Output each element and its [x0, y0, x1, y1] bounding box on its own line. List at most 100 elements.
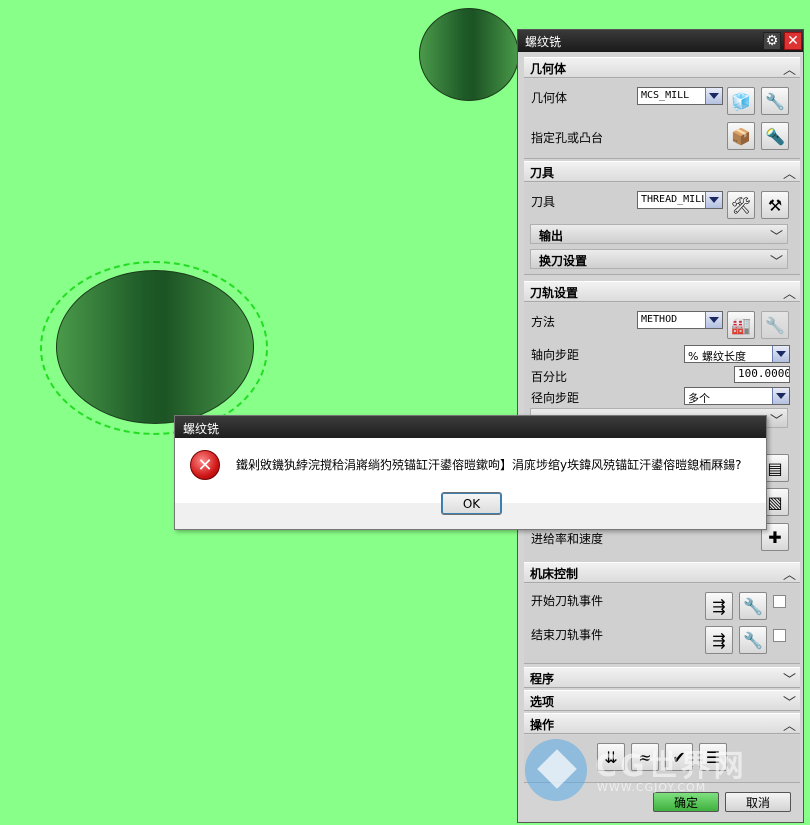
- chevron-down-icon[interactable]: [772, 388, 789, 404]
- event-icon: ⇶: [712, 596, 726, 616]
- event-icon: ⇶: [712, 630, 726, 650]
- section-title-options: 选项: [530, 695, 555, 709]
- section-title-geometry: 几何体: [530, 62, 567, 76]
- generate-button[interactable]: ⇊: [597, 743, 625, 771]
- background-model-shape-selected[interactable]: [56, 270, 254, 424]
- dialog-message: 鐵剁敓鐖犱綍浣撹秴涓嶈绱犳殑锚缸汗鍙傛暟鏉呴】涓庣埗绾у垁鍏风殑锚缸汗鍙傛暟鎴栭…: [236, 458, 742, 472]
- dialog-titlebar[interactable]: 螺纹铣: [175, 416, 766, 438]
- start-event-checkbox[interactable]: [773, 595, 786, 608]
- chevron-down-icon[interactable]: [705, 192, 722, 208]
- tool-label: 刀具: [531, 195, 556, 209]
- new-tool-button[interactable]: 🛠: [727, 191, 755, 219]
- list-icon: ☰: [705, 747, 721, 767]
- new-geometry-button[interactable]: 🧊: [727, 87, 755, 115]
- tool-select[interactable]: THREAD_MILL: [637, 191, 723, 209]
- dialog-ok-button[interactable]: OK: [441, 492, 502, 515]
- verify-icon: ✔: [672, 747, 686, 767]
- verify-button[interactable]: ✔: [665, 743, 693, 771]
- chevron-down-icon[interactable]: [772, 346, 789, 362]
- wrench-icon: 🔧: [765, 91, 785, 111]
- end-event-checkbox[interactable]: [773, 629, 786, 642]
- edit-geometry-button[interactable]: 🔧: [761, 87, 789, 115]
- flashlight-icon: 🔦: [765, 126, 785, 146]
- method-select-value: METHOD: [641, 314, 678, 325]
- confirm-button[interactable]: 确定: [653, 792, 719, 812]
- chevron-up-icon: ︿: [782, 719, 796, 734]
- section-title-tool: 刀具: [530, 166, 555, 180]
- panel-titlebar[interactable]: 螺纹铣 ⚙ ✕: [518, 30, 803, 52]
- edit-method-button[interactable]: 🔧: [761, 311, 789, 339]
- geometry-select-value: MCS_MILL: [641, 90, 690, 101]
- replay-icon: ≈: [638, 747, 652, 767]
- start-event-label: 开始刀轨事件: [531, 594, 604, 608]
- error-dialog: 螺纹铣 ✕ 鐵剁敓鐖犱綍浣撹秴涓嶈绱犳殑锚缸汗鍙傛暟鏉呴】涓庣埗绾у垁鍏风殑锚缸…: [174, 415, 767, 530]
- radial-step-label: 径向步距: [531, 391, 580, 405]
- wrench-icon: 🔧: [765, 315, 785, 335]
- subsection-output[interactable]: 输出 ﹀: [530, 224, 788, 245]
- start-event-button[interactable]: ⇶: [705, 592, 733, 620]
- section-title-machine-control: 机床控制: [530, 567, 579, 581]
- geometry-label: 几何体: [531, 91, 568, 105]
- section-header-path-settings[interactable]: 刀轨设置 ︿: [524, 281, 800, 302]
- chevron-up-icon: ︿: [782, 167, 796, 182]
- chevron-up-icon: ︿: [782, 568, 796, 583]
- dialog-title: 螺纹铣: [183, 422, 220, 436]
- error-icon: ✕: [190, 450, 220, 480]
- generate-icon: ⇊: [604, 747, 618, 767]
- non-cutting-icon: ▧: [767, 492, 783, 512]
- section-header-actions[interactable]: 操作 ︿: [524, 713, 800, 734]
- section-header-geometry[interactable]: 几何体 ︿: [524, 57, 800, 78]
- chevron-up-icon: ︿: [782, 63, 796, 78]
- geometry-select[interactable]: MCS_MILL: [637, 87, 723, 105]
- section-body-actions: [524, 735, 800, 783]
- background-model-shape: [419, 8, 519, 101]
- subsection-title-tool-change: 换刀设置: [539, 254, 588, 268]
- section-header-tool[interactable]: 刀具 ︿: [524, 161, 800, 182]
- feeds-speeds-icon: ✚: [768, 527, 782, 547]
- display-hole-button[interactable]: 🔦: [761, 122, 789, 150]
- section-title-actions: 操作: [530, 718, 555, 732]
- subsection-tool-change[interactable]: 换刀设置 ﹀: [530, 249, 788, 270]
- edit-start-event-button[interactable]: 🔧: [739, 592, 767, 620]
- percent-input[interactable]: 100.0000: [734, 366, 790, 383]
- chevron-up-icon: ︿: [782, 287, 796, 302]
- subsection-title-output: 输出: [539, 229, 564, 243]
- edit-end-event-button[interactable]: 🔧: [739, 626, 767, 654]
- axial-step-select-value: % 螺纹长度: [688, 350, 746, 363]
- list-button[interactable]: ☰: [699, 743, 727, 771]
- radial-step-select-value: 多个: [688, 392, 710, 405]
- axial-step-select[interactable]: % 螺纹长度: [684, 345, 790, 363]
- radial-step-select[interactable]: 多个: [684, 387, 790, 405]
- close-icon[interactable]: ✕: [784, 32, 802, 50]
- percent-label: 百分比: [531, 370, 568, 384]
- tool-select-value: THREAD_MILL: [641, 194, 704, 205]
- method-label: 方法: [531, 315, 556, 329]
- hole-select-icon: 📦: [731, 126, 751, 146]
- end-event-label: 结束刀轨事件: [531, 628, 604, 642]
- panel-title: 螺纹铣: [525, 35, 562, 49]
- method-select[interactable]: METHOD: [637, 311, 723, 329]
- section-header-program[interactable]: 程序 ﹀: [524, 667, 800, 688]
- section-header-machine-control[interactable]: 机床控制 ︿: [524, 562, 800, 583]
- cut-params-icon: ▤: [767, 458, 783, 478]
- wrench-icon: 🔧: [743, 630, 763, 650]
- section-title-program: 程序: [530, 672, 555, 686]
- tool-edit-icon: ⚒: [767, 195, 783, 215]
- chevron-down-icon: ﹀: [782, 673, 796, 688]
- cancel-button[interactable]: 取消: [725, 792, 791, 812]
- gear-icon[interactable]: ⚙: [763, 32, 781, 50]
- edit-tool-button[interactable]: ⚒: [761, 191, 789, 219]
- wrench-icon: 🔧: [743, 596, 763, 616]
- chevron-down-icon: ﹀: [769, 230, 783, 245]
- chevron-down-icon[interactable]: [705, 88, 722, 104]
- replay-button[interactable]: ≈: [631, 743, 659, 771]
- end-event-button[interactable]: ⇶: [705, 626, 733, 654]
- chevron-down-icon: ﹀: [769, 255, 783, 270]
- section-title-path-settings: 刀轨设置: [530, 286, 579, 300]
- section-header-options[interactable]: 选项 ﹀: [524, 690, 800, 711]
- chevron-down-icon: ﹀: [769, 414, 783, 429]
- new-method-button[interactable]: 🏭: [727, 311, 755, 339]
- select-hole-button[interactable]: 📦: [727, 122, 755, 150]
- method-new-icon: 🏭: [731, 315, 751, 335]
- chevron-down-icon[interactable]: [705, 312, 722, 328]
